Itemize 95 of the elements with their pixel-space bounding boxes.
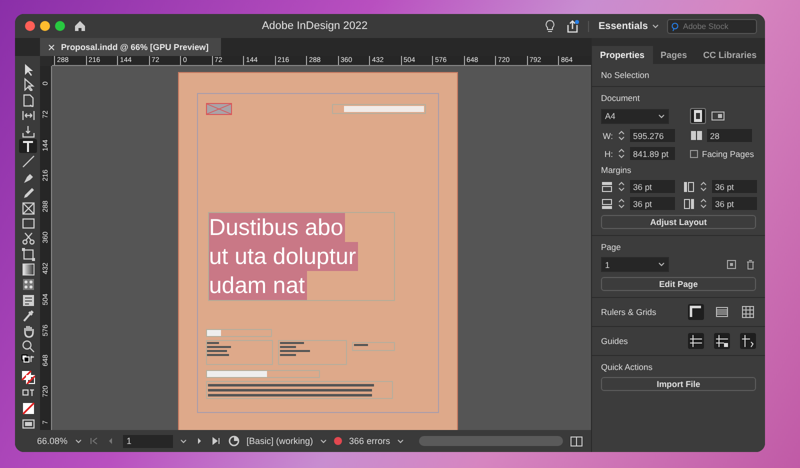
stepper-icon[interactable] xyxy=(617,180,626,193)
preflight-icon[interactable] xyxy=(228,435,240,447)
stepper-icon[interactable] xyxy=(617,147,626,160)
caret-icon xyxy=(74,438,82,444)
split-view-icon[interactable] xyxy=(570,436,583,446)
import-file-button[interactable]: Import File xyxy=(601,377,756,391)
gradient-icon xyxy=(20,262,34,276)
width-field[interactable]: 595.276 xyxy=(630,129,675,142)
margin-field[interactable]: 36 pt xyxy=(630,180,675,193)
page-number-field[interactable]: 1 xyxy=(122,434,173,448)
section-title: Page xyxy=(601,242,622,252)
close-icon[interactable] xyxy=(48,44,55,50)
window-title: Adobe InDesign 2022 xyxy=(260,20,369,32)
stepper-icon[interactable] xyxy=(617,129,626,142)
panel-tab[interactable]: CC Libraries xyxy=(695,46,765,64)
stepper-icon[interactable] xyxy=(699,197,708,210)
margin-side-icon xyxy=(683,198,695,210)
section-title: Quick Actions xyxy=(601,362,654,372)
selection-status: No Selection xyxy=(601,70,650,80)
caret-icon xyxy=(658,114,665,118)
stepper-icon[interactable] xyxy=(699,180,708,193)
panel-tab[interactable]: Properties xyxy=(592,46,653,64)
guides-toggle[interactable] xyxy=(688,333,704,349)
zoom-level[interactable]: 66.08% xyxy=(37,436,68,446)
add-page-icon[interactable] xyxy=(726,259,737,270)
search-icon xyxy=(671,22,680,32)
edit-page-button[interactable]: Edit Page xyxy=(601,277,756,291)
margin-field[interactable]: 36 pt xyxy=(712,180,757,193)
page-count-field[interactable]: 28 xyxy=(707,129,752,142)
trash-icon[interactable] xyxy=(745,259,756,270)
scissors-icon xyxy=(20,231,34,246)
crossed-frame-icon xyxy=(20,200,34,215)
portrait-page-toggle[interactable] xyxy=(690,108,706,124)
dotted-square-icon xyxy=(20,277,34,292)
error-dot xyxy=(334,437,342,445)
preflight-profile[interactable]: [Basic] (working) xyxy=(246,436,314,446)
margin-side-icon xyxy=(683,180,695,192)
margin-field[interactable]: 36 pt xyxy=(630,197,675,210)
home-icon[interactable] xyxy=(73,19,87,33)
panel-tab[interactable]: Pages xyxy=(652,46,696,64)
pages-icon xyxy=(690,129,703,142)
section-label: Guides xyxy=(601,336,628,346)
gap-icon xyxy=(20,108,34,122)
facing-pages-checkbox[interactable] xyxy=(690,150,698,158)
caret-icon xyxy=(180,438,187,444)
page-icon xyxy=(20,92,34,107)
lightbulb-icon[interactable] xyxy=(542,19,557,33)
page-size-select[interactable]: A4 xyxy=(601,108,669,124)
locked-guides-toggle[interactable] xyxy=(714,333,730,349)
document-title: Proposal.indd @ 66% [GPU Preview] xyxy=(61,42,209,52)
transform-icon xyxy=(20,246,34,261)
page-select[interactable]: 1 xyxy=(601,257,669,272)
baseline-grid-toggle[interactable] xyxy=(714,304,730,320)
section-title: Margins xyxy=(601,165,632,175)
caret-icon xyxy=(652,24,659,28)
type-tool-icon xyxy=(20,138,34,153)
search-field[interactable]: Adobe Stock xyxy=(667,18,757,34)
caret-icon xyxy=(397,438,404,444)
fill-stroke-icon xyxy=(20,370,34,384)
scroll-bar[interactable] xyxy=(419,436,563,446)
field-label: H: xyxy=(604,148,613,158)
checkbox-label: Facing Pages xyxy=(702,148,754,158)
field-label: W: xyxy=(602,130,613,140)
first-page-icon[interactable] xyxy=(88,436,99,446)
tool-button[interactable] xyxy=(18,138,36,153)
document-tab[interactable]: Proposal.indd @ 66% [GPU Preview] xyxy=(40,38,221,56)
grid-toggle[interactable] xyxy=(740,304,756,320)
image-placeholder-icon xyxy=(206,103,232,115)
margin-side-icon xyxy=(601,198,613,210)
note-icon xyxy=(20,292,34,307)
rectangle-icon xyxy=(20,216,34,230)
minimize-button[interactable] xyxy=(40,21,50,31)
adjust-layout-button[interactable]: Adjust Layout xyxy=(601,215,756,229)
section-title: Document xyxy=(601,93,641,103)
last-page-icon[interactable] xyxy=(210,436,221,446)
tool-button[interactable] xyxy=(18,370,36,384)
ruler-corner-toggle[interactable] xyxy=(688,304,704,320)
line-icon xyxy=(20,154,34,168)
smart-guides-toggle[interactable] xyxy=(740,333,756,349)
margin-field[interactable]: 36 pt xyxy=(712,197,757,210)
eyedropper-icon xyxy=(20,308,34,322)
no-color-icon xyxy=(20,400,34,415)
stepper-icon[interactable] xyxy=(617,197,626,210)
close-button[interactable] xyxy=(25,21,35,31)
caret-icon xyxy=(320,438,328,444)
zoom-button[interactable] xyxy=(55,21,65,31)
workspace-switcher[interactable]: Essentials xyxy=(588,20,659,32)
height-field[interactable]: 841.89 pt xyxy=(630,147,675,160)
tray-icon xyxy=(20,124,34,138)
share-icon[interactable] xyxy=(564,19,580,33)
section-label: Rulers & Grids xyxy=(601,307,656,317)
error-count[interactable]: 366 errors xyxy=(349,436,390,446)
margin-side-icon xyxy=(601,180,613,192)
caret-icon xyxy=(658,262,665,267)
search-icon xyxy=(20,339,34,354)
